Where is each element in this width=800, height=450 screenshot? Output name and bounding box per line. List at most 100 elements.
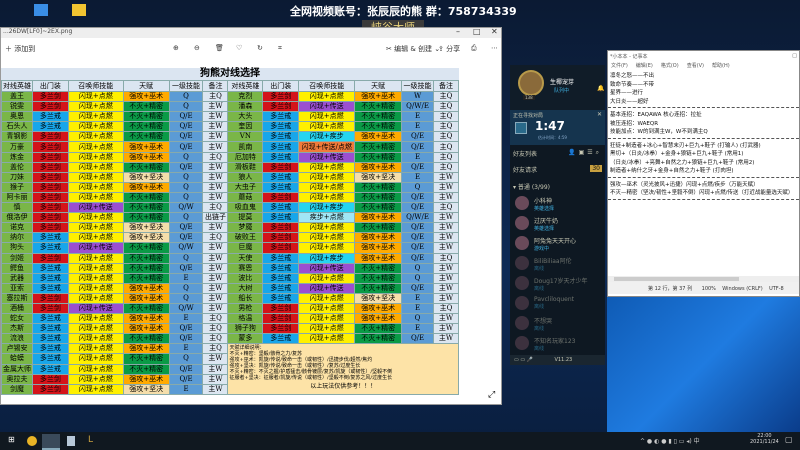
notepad-text-area[interactable]: 凛冬之怒——不出 致命节奏——不带 星界——进行 大日炎——超好 基本连招：EAQAWA… xyxy=(608,71,799,276)
more-icon[interactable]: ⋯ xyxy=(491,44,498,52)
cell-first-skill: Q xyxy=(401,272,435,284)
maximize-button[interactable]: □ xyxy=(473,27,481,36)
cell-hero: 破败王 xyxy=(227,232,264,244)
cell-remark: 主Q xyxy=(433,302,459,315)
notepad-menu-item[interactable]: 文件(F) xyxy=(611,63,628,69)
cell-starting-item: 多兰剑 xyxy=(31,383,69,395)
notepad-menu-item[interactable]: 格式(O) xyxy=(661,63,679,69)
delete-icon[interactable]: 🗑 xyxy=(215,44,224,52)
notepad-menu-item[interactable]: 帮助(H) xyxy=(712,63,730,69)
cell-starting-item: 多兰戒 xyxy=(31,232,69,244)
cell-remark: 主Q xyxy=(433,111,459,123)
friend-item[interactable]: 小科神 英雄选择 xyxy=(510,193,605,213)
zoom-out-icon[interactable]: ⊖ xyxy=(194,44,200,52)
cell-starting-item: 多兰剑 xyxy=(262,313,300,325)
notification-bell-icon[interactable]: 🔔 xyxy=(597,85,604,92)
cell-hero: 提莫 xyxy=(227,212,264,224)
start-icon[interactable]: ⊞ xyxy=(8,435,15,444)
rotate-icon[interactable]: ↻ xyxy=(257,44,263,52)
lol-app-icon[interactable]: L xyxy=(88,435,93,445)
chrome-icon[interactable] xyxy=(27,436,37,446)
cell-remark: 主W xyxy=(202,101,229,113)
text-line: 黑切+（日炎/冰拳）+金身+狼链+巨九+鞋子 (常用1) xyxy=(610,151,744,157)
friend-item[interactable]: 不知名玩家123 离线 xyxy=(510,333,605,353)
column-header: 对线英雄 xyxy=(227,80,264,92)
friend-tools-icon[interactable]: 👤▣☰⌕ xyxy=(568,149,602,157)
requests-label: 好友请求 xyxy=(513,167,538,174)
cell-runes: 强攻+坚决 xyxy=(354,171,403,183)
cell-starting-item: 多兰剑 xyxy=(31,131,69,143)
photos-app-icon[interactable] xyxy=(42,434,60,450)
cell-hero: 奥恩 xyxy=(1,111,33,123)
zoom-in-icon[interactable]: ⊕ xyxy=(173,44,179,52)
horizontal-scrollbar[interactable] xyxy=(608,276,799,282)
friend-item[interactable]: Doug17岁天才少年 离线 xyxy=(510,273,605,293)
avatar[interactable] xyxy=(518,70,544,96)
requests-badge: 30 xyxy=(590,165,602,172)
viewer-filename: ...26DW[LF0]~2EX.png xyxy=(3,28,73,35)
friend-item[interactable]: 阿兔兔天天开心 游戏中 xyxy=(510,233,605,253)
viewer-titlebar: ...26DW[LF0]~2EX.png – □ ✕ xyxy=(1,27,501,38)
print-icon[interactable]: ⎙ xyxy=(471,44,477,53)
desktop-icon-app[interactable] xyxy=(68,4,90,16)
notepad-menu-item[interactable]: 查看(V) xyxy=(687,63,704,69)
cell-first-skill: Q xyxy=(168,212,204,224)
queue-label: 正在寻找对局 xyxy=(513,113,544,119)
table-row: 盖王 多兰剑 闪现+点燃 强攻+巫术 Q 主Q 克烈 多兰剑 闪现+点燃 强攻+巫术 W 主Q xyxy=(1,90,459,103)
notepad-menu-item[interactable]: 编辑(E) xyxy=(636,63,653,69)
cell-remark: 主W xyxy=(433,323,459,335)
cell-first-skill: Q/E xyxy=(168,363,204,375)
cell-remark: 主W xyxy=(433,262,459,274)
cell-starting-item: 多兰剑 xyxy=(31,252,69,264)
cell-remark: 主W xyxy=(202,262,229,274)
cell-summoner-spells: 闪现+点燃 xyxy=(298,171,356,183)
cell-remark: 主W xyxy=(433,242,459,254)
table-row: 剑姬 多兰剑 闪现+点燃 不灭+精密 Q 主W 天使 多兰戒 闪现+疾步 强攻+巫术 Q/E 主Q xyxy=(1,252,459,264)
cell-hero: 流浪 xyxy=(1,333,33,345)
cell-summoner-spells: 闪现+点燃 xyxy=(298,292,356,304)
cell-hero: 男枪 xyxy=(227,302,264,315)
queue-icon xyxy=(515,122,527,134)
desktop-icon-computer[interactable] xyxy=(30,4,52,16)
friend-item[interactable]: 过厌牛奶 英雄选择 xyxy=(510,213,605,233)
favorite-icon[interactable]: ♡ xyxy=(236,44,242,52)
group-header[interactable]: ▾ 普通 (3/99) xyxy=(510,179,605,193)
separator-line xyxy=(608,137,799,139)
cell-starting-item: 多兰剑 xyxy=(262,302,300,315)
notepad-maximize-button[interactable]: □ xyxy=(792,53,797,59)
clock[interactable]: 22:00 2021/11/24 xyxy=(750,433,779,445)
friend-item[interactable]: Pavcliloquent 离线 xyxy=(510,293,605,313)
close-button[interactable]: ✕ xyxy=(491,27,498,36)
cancel-queue-icon[interactable]: ✕ xyxy=(597,111,602,118)
friend-status: 离线 xyxy=(534,326,545,332)
cell-runes: 强攻+巫术 xyxy=(122,181,170,193)
friend-item[interactable]: 不想哭 离线 xyxy=(510,313,605,333)
text-line: 大日炎——超好 xyxy=(610,98,649,105)
cell-remark: 主Q xyxy=(433,202,459,214)
friend-item[interactable]: BiliBiliaa阿伦 离线 xyxy=(510,253,605,273)
cell-runes: 不灭+精密 xyxy=(122,191,170,204)
cell-hero: 塞拉斯 xyxy=(1,292,33,304)
crop-icon[interactable]: ⌗ xyxy=(278,44,282,53)
cell-starting-item: 多兰戒 xyxy=(31,121,69,133)
cell-starting-item: 多兰剑 xyxy=(262,242,300,254)
notepad-app-icon[interactable] xyxy=(67,436,75,446)
edit-create-button[interactable]: ✂ 编辑 & 创建 ⌄ xyxy=(386,44,440,54)
add-to-button[interactable]: ＋ 添加到 xyxy=(5,44,35,54)
friend-avatar xyxy=(515,296,529,310)
fullscreen-icon[interactable]: ⤢ xyxy=(488,390,495,400)
cell-remark: 主W xyxy=(202,181,229,193)
notification-icon[interactable]: ▢ xyxy=(785,435,793,444)
cell-first-skill: Q/E xyxy=(401,242,435,254)
cell-runes: 强攻+坚决 xyxy=(122,383,170,395)
system-tray-icons[interactable]: ^ ● ◐ ● ▮ ▯ ▭ ◂) 中 xyxy=(640,436,700,445)
cell-hero: 剑姬 xyxy=(1,252,33,264)
table-row: 石头人 多兰戒 闪现+点燃 不灭+精密 Q/E 主W 奎因 多兰戒 闪现+点燃 不灭+精密 E 主Q xyxy=(1,121,459,133)
friend-requests[interactable]: 好友请求 30 xyxy=(510,159,605,179)
share-button[interactable]: ⇪ 分享 xyxy=(438,44,460,54)
cell-hero: 赛恩 xyxy=(227,262,264,274)
cell-runes: 强攻+巫术 xyxy=(122,373,170,385)
cell-runes: 不灭+精密 xyxy=(354,151,403,163)
column-header: 召唤师技能 xyxy=(298,80,356,92)
minimize-button[interactable]: – xyxy=(456,27,460,36)
